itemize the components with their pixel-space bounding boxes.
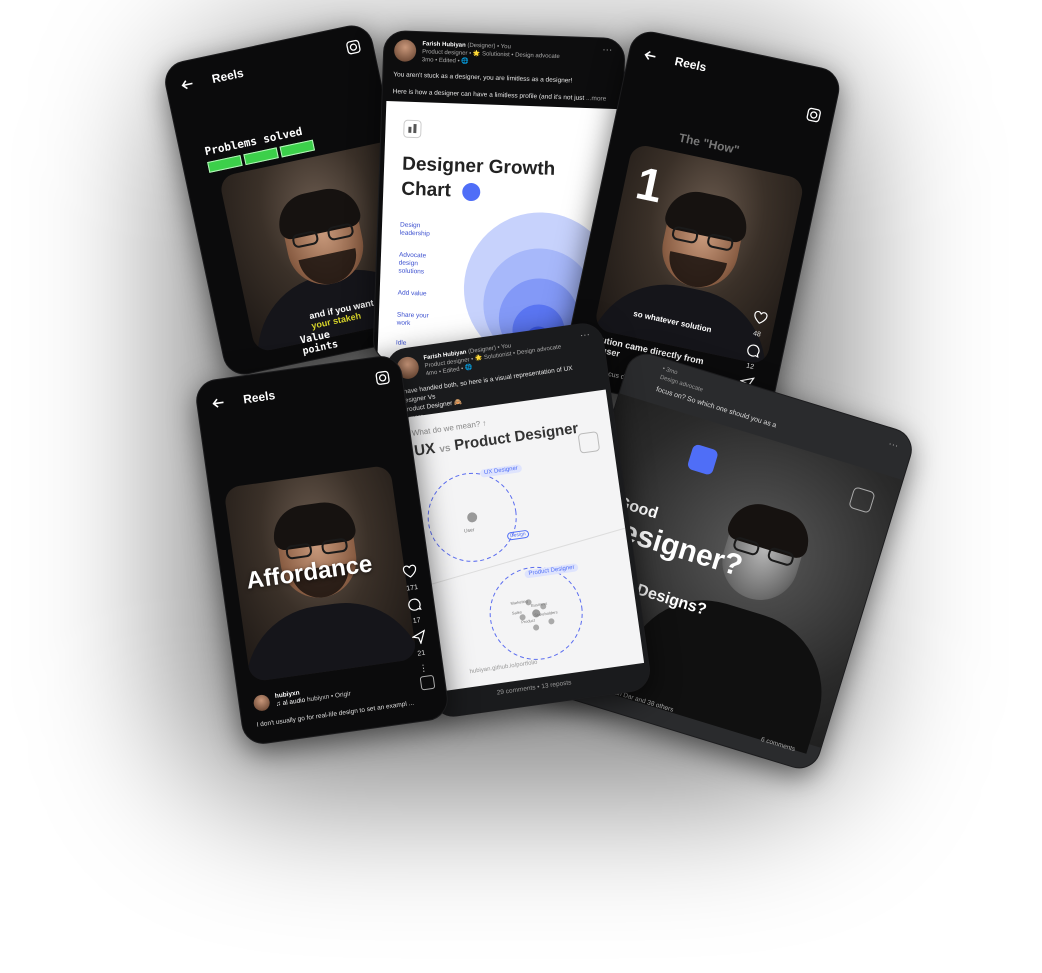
author-avatar[interactable] xyxy=(393,39,417,63)
progress-block xyxy=(207,154,243,173)
reels-header: Reels xyxy=(211,388,276,411)
more-options-icon[interactable]: ··· xyxy=(602,45,612,56)
reel-video[interactable]: Affordance xyxy=(223,464,418,683)
more-options-icon[interactable]: ··· xyxy=(579,329,590,341)
music-note-icon: ♫ xyxy=(275,700,282,708)
more-options-icon[interactable]: ··· xyxy=(887,439,900,452)
camera-icon[interactable] xyxy=(375,370,391,386)
growth-level: Add value xyxy=(397,289,427,298)
share-icon[interactable] xyxy=(411,629,427,645)
like-count: 48 xyxy=(752,330,762,339)
chart-logo-icon xyxy=(848,486,876,514)
comment-icon[interactable] xyxy=(407,597,423,613)
heart-icon[interactable] xyxy=(752,310,769,327)
back-arrow-icon[interactable] xyxy=(642,47,659,64)
growth-levels: Design leadership Advocate design soluti… xyxy=(396,222,441,355)
post-text: You aren't stuck as a designer, you are … xyxy=(393,69,614,105)
heart-icon[interactable] xyxy=(402,564,418,580)
reels-header: Reels xyxy=(642,47,708,74)
progress-block xyxy=(279,139,316,158)
reel-video[interactable]: 1 so whatever solution xyxy=(593,143,806,366)
camera-icon[interactable] xyxy=(345,39,362,56)
reel-footer: hubiyxn ♫ al audio hubiyxn • Origir xyxy=(252,683,352,712)
back-arrow-icon[interactable] xyxy=(211,395,227,411)
reels-header: Reels xyxy=(179,66,245,93)
more-link[interactable]: ...more xyxy=(586,95,606,103)
like-count: 171 xyxy=(405,584,419,593)
more-options-icon[interactable]: ⋮ xyxy=(418,662,428,674)
user-avatar[interactable] xyxy=(252,693,271,712)
comment-count: 17 xyxy=(412,616,422,626)
camera-icon[interactable] xyxy=(805,107,822,124)
audio-thumb-icon[interactable] xyxy=(419,674,436,691)
comment-icon[interactable] xyxy=(745,342,762,359)
comment-count: 12 xyxy=(745,362,755,371)
post-text-line: You aren't stuck as a designer, you are … xyxy=(393,71,573,85)
growth-level: Share your work xyxy=(396,311,429,327)
post-text-line: Here is how a designer can have a limitl… xyxy=(392,88,585,102)
overlay-title: The "How" xyxy=(677,130,741,158)
person-body xyxy=(235,592,418,683)
share-count: 21 xyxy=(417,649,426,658)
reels-title: Reels xyxy=(673,54,708,75)
post-header: Farish Hubiyan (Designer) • You Product … xyxy=(393,39,560,69)
reels-title: Reels xyxy=(242,388,276,407)
reels-title: Reels xyxy=(210,65,245,87)
growth-level: Advocate design solutions xyxy=(398,251,427,276)
big-number: 1 xyxy=(631,156,668,213)
app-icon-tile xyxy=(686,443,719,476)
back-arrow-icon[interactable] xyxy=(179,76,196,93)
growth-level: Design leadership xyxy=(399,221,430,238)
progress-block xyxy=(243,147,279,166)
